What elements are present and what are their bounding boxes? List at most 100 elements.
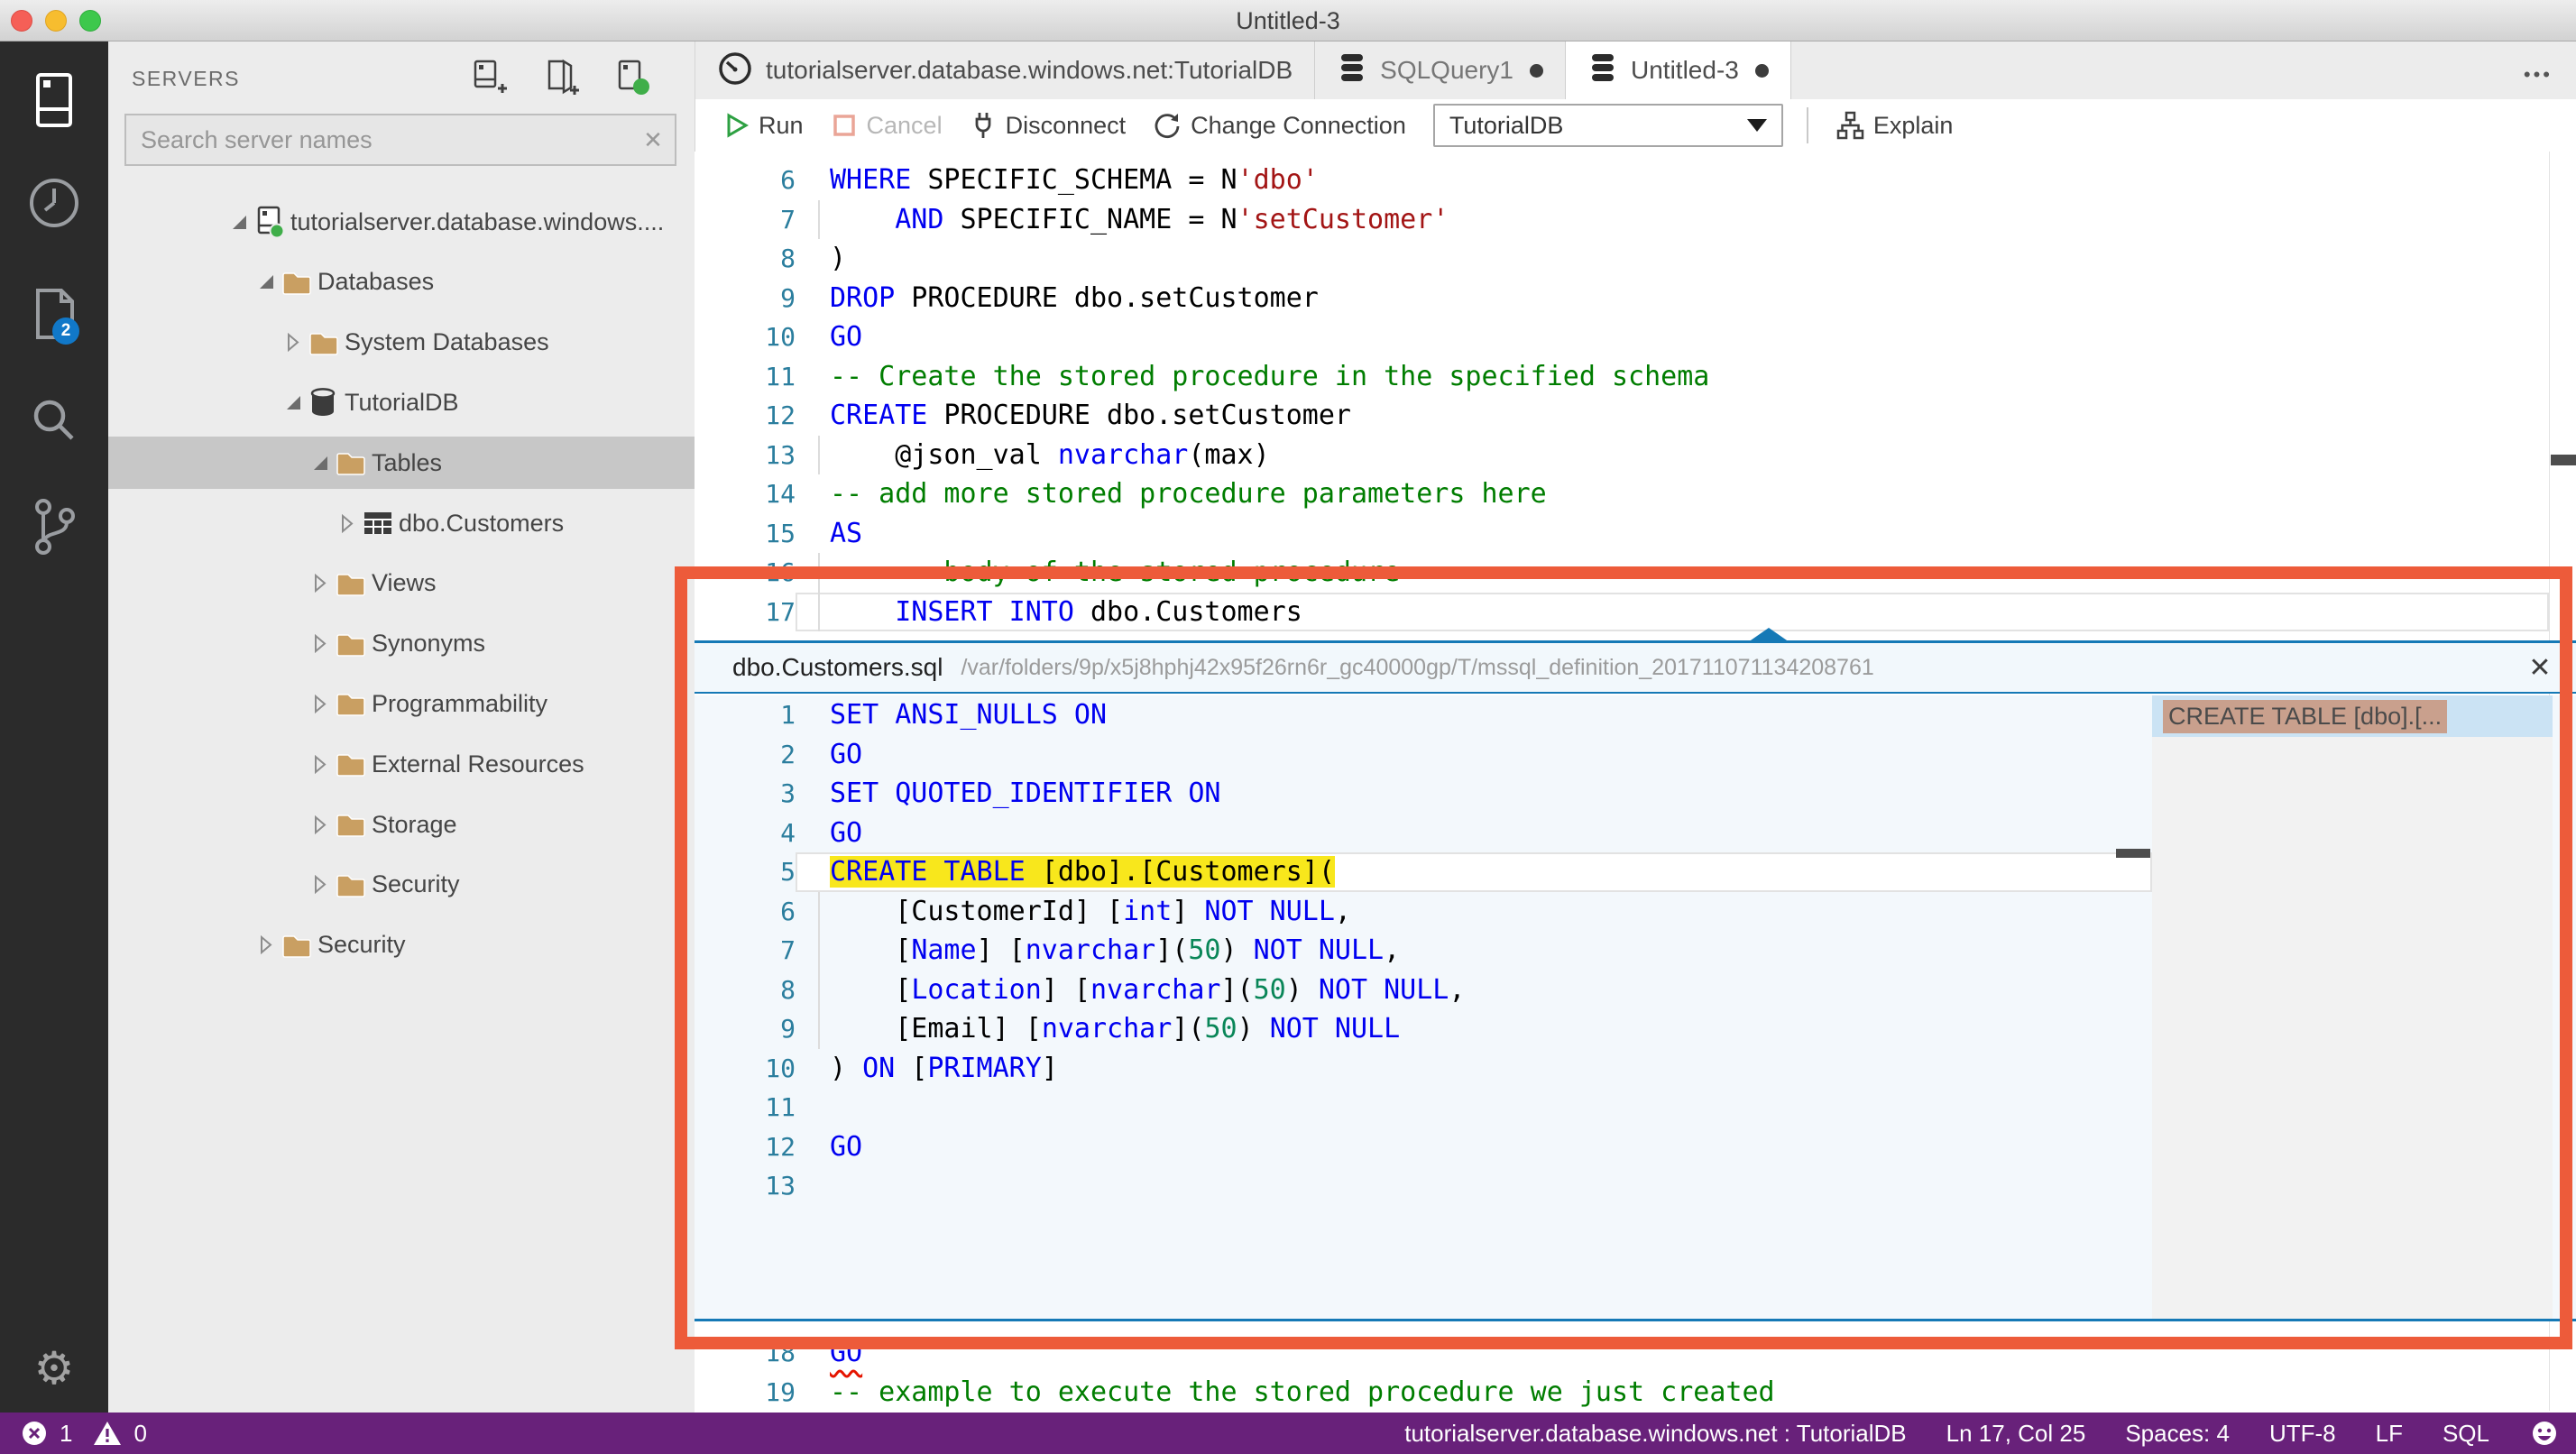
tab-untitled-3[interactable]: Untitled-3	[1566, 41, 1791, 99]
code-line-11[interactable]: 11	[695, 1088, 2152, 1127]
search-view-icon[interactable]	[0, 377, 108, 464]
line-number: 11	[765, 1092, 796, 1123]
tab-sqlquery1[interactable]: SQLQuery1	[1315, 41, 1567, 99]
overview-ruler-marker	[2551, 455, 2576, 465]
line-number: 15	[765, 518, 796, 548]
cursor-position[interactable]: Ln 17, Col 25	[1946, 1420, 2086, 1448]
line-number: 12	[765, 1131, 796, 1162]
disconnect-button[interactable]: Disconnect	[970, 111, 1126, 140]
source-control-icon[interactable]	[0, 483, 108, 570]
servers-sidebar: SERVERS ✕ tutorialserver.database.window…	[108, 41, 695, 1413]
tree-item-label: Programmability	[372, 689, 548, 717]
code-line-19[interactable]: 19 -- example to execute the stored proce…	[695, 1373, 2549, 1413]
code-line-15[interactable]: 15 AS	[695, 514, 2549, 554]
twistie-collapsed-icon[interactable]	[305, 754, 336, 774]
line-number: 12	[765, 400, 796, 431]
code-line-12[interactable]: 12 CREATE PROCEDURE dbo.setCustomer	[695, 396, 2549, 436]
feedback-smiley-icon[interactable]	[2529, 1418, 2560, 1449]
twistie-collapsed-icon[interactable]	[305, 875, 336, 895]
code-line-16[interactable]: 16 -- body of the stored procedure	[695, 553, 2549, 593]
code-line-9[interactable]: 9 [Email] [nvarchar](50) NOT NULL	[695, 1009, 2152, 1049]
code-line-18[interactable]: 18 GO	[695, 1333, 2549, 1373]
code-line-17[interactable]: 17 INSERT INTO dbo.Customers	[695, 592, 2549, 631]
code-line-9[interactable]: 9 DROP PROCEDURE dbo.setCustomer	[695, 279, 2549, 318]
code-line-11[interactable]: 11 -- Create the stored procedure in the …	[695, 357, 2549, 397]
line-number: 18	[765, 1338, 796, 1368]
twistie-collapsed-icon[interactable]	[305, 694, 336, 713]
twistie-expanded-icon[interactable]	[224, 215, 254, 229]
tree-item-security[interactable]: Security	[108, 919, 695, 971]
code-line-13[interactable]: 13	[695, 1166, 2152, 1206]
code-line-7[interactable]: 7 [Name] [nvarchar](50) NOT NULL,	[695, 931, 2152, 971]
twistie-expanded-icon[interactable]	[251, 275, 281, 290]
tree-item-synonyms[interactable]: Synonyms	[108, 618, 695, 670]
code-line-1[interactable]: 1 SET ANSI_NULLS ON	[695, 695, 2152, 735]
twistie-collapsed-icon[interactable]	[305, 574, 336, 594]
run-button[interactable]: Run	[722, 112, 804, 140]
server-tree: tutorialserver.database.windows.... Datab…	[108, 41, 695, 1413]
code-line-10[interactable]: 10) ON [PRIMARY]	[695, 1049, 2152, 1089]
twistie-collapsed-icon[interactable]	[251, 935, 281, 955]
tree-item-label: tutorialserver.database.windows....	[290, 207, 665, 235]
editor-tab-bar: tutorialserver.database.windows.net:Tuto…	[695, 41, 2576, 99]
twistie-collapsed-icon[interactable]	[332, 513, 363, 533]
code-line-10[interactable]: 10 GO	[695, 317, 2549, 357]
twistie-expanded-icon[interactable]	[305, 456, 336, 470]
error-count: 1	[60, 1419, 73, 1447]
problems-status[interactable]: 1 0	[20, 1419, 147, 1448]
language-mode[interactable]: SQL	[2443, 1420, 2489, 1448]
tree-item-dbo-customers[interactable]: dbo.Customers	[108, 497, 695, 549]
more-actions-icon[interactable]	[2524, 54, 2553, 89]
code-line-8[interactable]: 8 [Location] [nvarchar](50) NOT NULL,	[695, 970, 2152, 1010]
code-line-14[interactable]: 14 -- add more stored procedure parameter…	[695, 474, 2549, 514]
line-number: 2	[780, 739, 796, 769]
tree-item-programmability[interactable]: Programmability	[108, 677, 695, 730]
peek-reference-label: CREATE TABLE [dbo].[...	[2163, 699, 2448, 733]
open-editors-icon[interactable]: 2	[0, 272, 108, 359]
encoding-status[interactable]: UTF-8	[2269, 1420, 2336, 1448]
connection-status[interactable]: tutorialserver.database.windows.net : Tu…	[1404, 1420, 1906, 1448]
folder-icon	[308, 329, 345, 356]
dirty-indicator-icon[interactable]	[1530, 63, 1544, 78]
code-line-4[interactable]: 4 GO	[695, 814, 2152, 853]
eol-status[interactable]: LF	[2376, 1420, 2403, 1448]
peek-overview-ruler-marker	[2116, 849, 2150, 858]
twistie-collapsed-icon[interactable]	[305, 634, 336, 654]
code-line-5[interactable]: 5 CREATE TABLE [dbo].[Customers](	[695, 852, 2152, 892]
indentation-status[interactable]: Spaces: 4	[2125, 1420, 2230, 1448]
tree-item-system-databases[interactable]: System Databases	[108, 317, 695, 369]
tree-item-tutorialserver-database-windows-[interactable]: tutorialserver.database.windows....	[108, 196, 695, 248]
code-line-3[interactable]: 3 SET QUOTED_IDENTIFIER ON	[695, 774, 2152, 814]
code-line-6[interactable]: 6 [CustomerId] [int] NOT NULL,	[695, 891, 2152, 932]
servers-view-icon[interactable]	[0, 58, 108, 144]
code-line-2[interactable]: 2 GO	[695, 735, 2152, 775]
database-dropdown[interactable]: TutorialDB	[1432, 104, 1783, 147]
tree-item-security[interactable]: Security	[108, 859, 695, 911]
tab-server-dashboard[interactable]: tutorialserver.database.windows.net:Tuto…	[695, 41, 1316, 99]
dirty-indicator-icon[interactable]	[1754, 63, 1769, 78]
tree-item-views[interactable]: Views	[108, 557, 695, 610]
code-line-8[interactable]: 8)	[695, 239, 2549, 279]
tree-item-tutorialdb[interactable]: TutorialDB	[108, 376, 695, 428]
peek-reference-item[interactable]: CREATE TABLE [dbo].[...	[2152, 695, 2553, 737]
close-icon[interactable]	[2504, 652, 2576, 684]
twistie-collapsed-icon[interactable]	[278, 333, 308, 353]
line-number: 1	[780, 700, 796, 731]
task-history-icon[interactable]	[0, 160, 108, 246]
code-line-7[interactable]: 7 AND SPECIFIC_NAME = N'setCustomer'	[695, 199, 2549, 240]
explain-button[interactable]: Explain	[1835, 111, 1953, 140]
code-line-12[interactable]: 12 GO	[695, 1127, 2152, 1167]
peek-reference-list: CREATE TABLE [dbo].[...	[2152, 695, 2553, 1319]
settings-gear-icon[interactable]: ⚙	[0, 1342, 108, 1394]
twistie-expanded-icon[interactable]	[278, 395, 308, 410]
tree-item-external-resources[interactable]: External Resources	[108, 738, 695, 790]
line-number: 9	[780, 1014, 796, 1044]
tree-item-tables[interactable]: Tables	[108, 437, 695, 490]
tree-item-databases[interactable]: Databases	[108, 256, 695, 308]
code-line-6[interactable]: 6 WHERE SPECIFIC_SCHEMA = N'dbo'	[695, 161, 2549, 200]
tree-item-storage[interactable]: Storage	[108, 798, 695, 851]
twistie-collapsed-icon[interactable]	[305, 814, 336, 834]
change-connection-button[interactable]: Change Connection	[1153, 111, 1406, 140]
code-line-13[interactable]: 13 @json_val nvarchar (max)	[695, 435, 2549, 475]
cancel-button[interactable]: Cancel	[831, 112, 943, 140]
